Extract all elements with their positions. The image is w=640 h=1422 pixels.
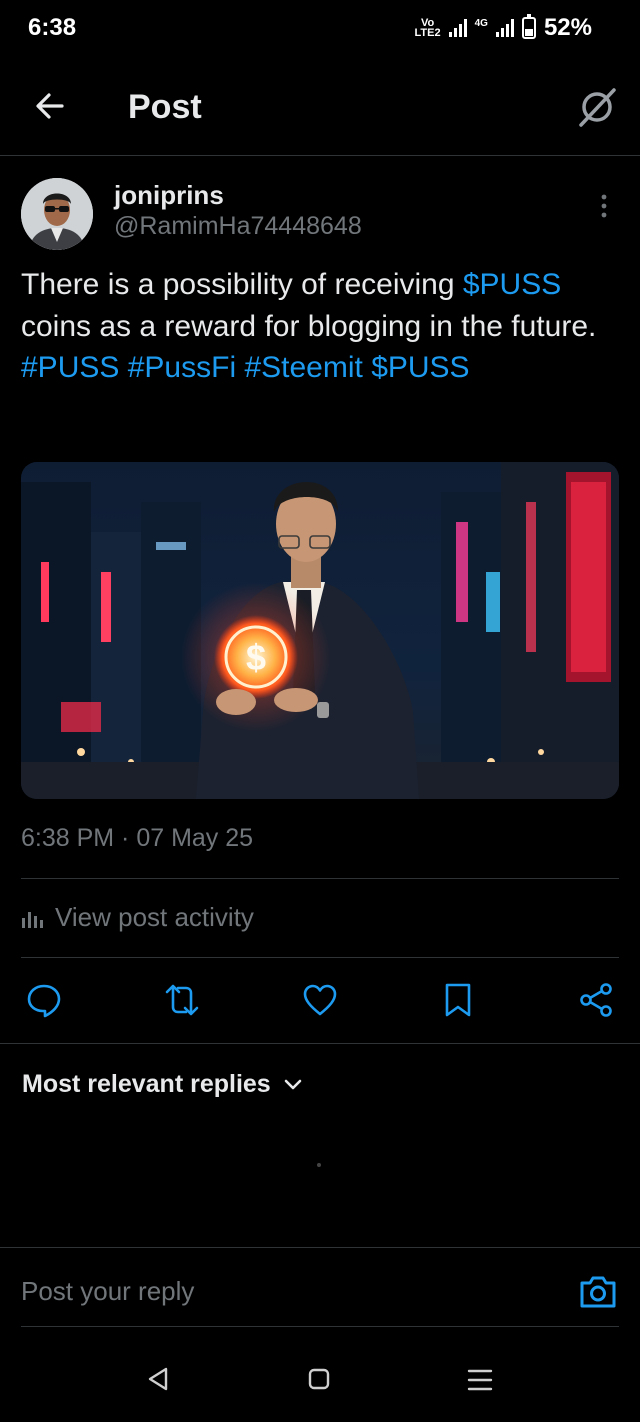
- nav-recents-icon[interactable]: [466, 1368, 494, 1392]
- post-text: There is a possibility of receiving $PUS…: [21, 264, 621, 389]
- nav-back-icon[interactable]: [146, 1366, 170, 1392]
- signal-icon-2: [495, 19, 514, 37]
- battery-percent: 52%: [543, 14, 592, 41]
- battery-icon: [521, 14, 536, 39]
- svg-text:$: $: [246, 637, 266, 678]
- grok-icon[interactable]: [574, 84, 620, 130]
- analytics-icon: [22, 911, 43, 928]
- repost-icon: [165, 984, 199, 1016]
- replies-sort-dropdown[interactable]: Most relevant replies: [22, 1070, 303, 1099]
- bookmark-icon: [445, 983, 471, 1017]
- share-button[interactable]: [574, 976, 618, 1024]
- divider: [21, 957, 619, 958]
- arrow-left-icon[interactable]: [30, 86, 70, 126]
- action-bar: [22, 976, 618, 1024]
- share-icon: [580, 983, 612, 1017]
- avatar[interactable]: [21, 178, 93, 250]
- like-icon: [303, 984, 337, 1016]
- status-icons: Vo LTE2 4G 52%: [415, 14, 592, 42]
- page-title: Post: [128, 88, 202, 126]
- divider: [0, 1043, 640, 1044]
- hashtag-link[interactable]: #PussFi: [128, 351, 236, 384]
- nav-home-icon[interactable]: [306, 1366, 332, 1392]
- author-handle[interactable]: @RamimHa74448648: [114, 212, 362, 241]
- post-text-part: There is a possibility of receiving: [21, 268, 463, 301]
- like-button[interactable]: [298, 976, 342, 1024]
- view-activity-label: View post activity: [55, 902, 254, 932]
- reply-icon: [27, 984, 61, 1018]
- post-image[interactable]: $: [21, 462, 619, 799]
- reply-input[interactable]: Post your reply: [21, 1276, 194, 1307]
- volte-badge: Vo LTE2: [414, 17, 441, 39]
- more-options-icon[interactable]: [594, 192, 614, 222]
- hashtag-link[interactable]: #Steemit: [244, 351, 362, 384]
- author-name[interactable]: joniprins: [114, 180, 224, 211]
- chevron-down-icon: [284, 1079, 302, 1089]
- loading-indicator: [317, 1163, 321, 1167]
- header-divider: [0, 155, 640, 156]
- signal-icon: [448, 19, 467, 37]
- post-text-part: coins as a reward for blogging in the fu…: [21, 309, 597, 343]
- cashtag-link[interactable]: $PUSS: [371, 351, 469, 384]
- hashtag-link[interactable]: #PUSS: [21, 351, 119, 384]
- network-type: 4G: [474, 17, 488, 29]
- repost-button[interactable]: [160, 976, 204, 1024]
- divider: [0, 1247, 640, 1248]
- camera-icon[interactable]: [578, 1274, 618, 1310]
- divider: [21, 878, 619, 879]
- bookmark-button[interactable]: [436, 976, 480, 1024]
- status-time: 6:38: [28, 14, 77, 41]
- cashtag-link[interactable]: $PUSS: [463, 268, 561, 301]
- view-activity-link[interactable]: View post activity: [21, 902, 254, 933]
- post-timestamp: 6:38 PM · 07 May 25: [21, 824, 254, 852]
- reply-button[interactable]: [22, 976, 66, 1024]
- replies-sort-label: Most relevant replies: [22, 1070, 271, 1098]
- divider: [21, 1326, 619, 1327]
